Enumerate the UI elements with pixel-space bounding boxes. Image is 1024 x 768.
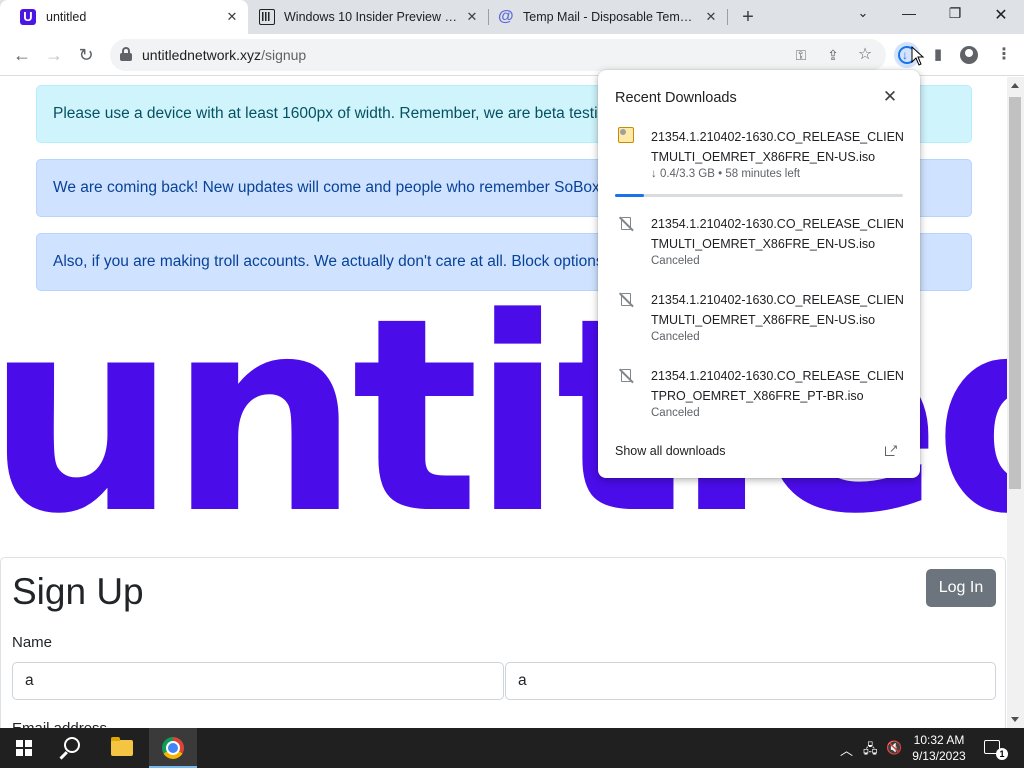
show-hidden-icons-chevron[interactable]: ︿ [840, 740, 853, 759]
scroll-up-arrow-icon[interactable] [1011, 83, 1019, 88]
windows-logo-icon [16, 740, 32, 756]
canceled-file-icon [618, 368, 634, 384]
side-panel-icon[interactable]: ▮ [927, 44, 949, 66]
windows-taskbar: ︿ 🖧 🔇 10:32 AM 9/13/2023 1 [0, 728, 1024, 768]
forward-button[interactable]: → [42, 43, 66, 67]
download-item[interactable]: 21354.1.210402-1630.CO_RELEASE_CLIENTMUL… [598, 214, 920, 286]
download-item[interactable]: 21354.1.210402-1630.CO_RELEASE_CLIENTPRO… [598, 366, 920, 438]
url-text[interactable]: untitlednetwork.xyz/signup [142, 47, 306, 63]
download-status: Canceled [651, 407, 700, 419]
close-icon[interactable]: ✕ [881, 88, 899, 106]
minimize-button[interactable]: — [897, 5, 921, 25]
address-bar[interactable]: untitlednetwork.xyz/signup ⚿ ⇪ ☆ [110, 39, 886, 71]
tab-windows-insider[interactable]: Windows 10 Insider Preview (Buil ✕ [250, 0, 488, 34]
at-sign-icon: @ [498, 8, 514, 25]
download-progress-fill [615, 194, 644, 197]
login-button[interactable]: Log In [926, 569, 996, 607]
untitled-u-icon: U [20, 9, 36, 25]
first-name-input[interactable]: a [12, 662, 504, 700]
volume-muted-icon[interactable]: 🔇 [886, 740, 902, 756]
tab-title: Windows 10 Insider Preview (Buil [284, 10, 459, 24]
network-icon[interactable]: 🖧 [863, 740, 878, 762]
key-icon[interactable]: ⚿ [792, 46, 810, 64]
close-icon[interactable]: ✕ [703, 9, 719, 25]
download-filename: 21354.1.210402-1630.CO_RELEASE_CLIENTMUL… [651, 130, 904, 164]
download-progress-bar [615, 194, 903, 197]
tab-strip: U untitled ✕ Windows 10 Insider Preview … [0, 0, 1024, 34]
notification-count-badge: 1 [996, 748, 1008, 760]
download-arrow-icon: ↓ [902, 48, 908, 62]
clock-date: 9/13/2023 [912, 749, 966, 763]
search-button[interactable] [48, 728, 96, 768]
tab-untitled[interactable]: U untitled ✕ [0, 0, 248, 34]
alert-text: We are coming back! New updates will com… [53, 179, 684, 196]
reload-button[interactable]: ↻ [74, 43, 98, 67]
windows-archive-icon [259, 9, 275, 25]
alert-text: Please use a device with at least 1600px… [53, 105, 620, 122]
file-explorer-button[interactable] [99, 728, 147, 768]
canceled-file-icon [618, 216, 634, 232]
tab-temp-mail[interactable]: @ Temp Mail - Disposable Tempora ✕ [489, 0, 727, 34]
taskbar-clock[interactable]: 10:32 AM 9/13/2023 [906, 732, 972, 764]
search-icon [64, 737, 80, 753]
page-title: Sign Up [12, 571, 144, 612]
back-button[interactable]: ← [10, 43, 34, 67]
iso-file-icon [618, 127, 634, 143]
clock-time: 10:32 AM [913, 733, 965, 747]
canceled-file-icon [618, 292, 634, 308]
last-name-input[interactable]: a [505, 662, 996, 700]
download-filename: 21354.1.210402-1630.CO_RELEASE_CLIENTPRO… [651, 369, 904, 403]
download-filename: 21354.1.210402-1630.CO_RELEASE_CLIENTMUL… [651, 293, 904, 327]
scroll-down-arrow-icon[interactable] [1011, 717, 1019, 722]
close-window-button[interactable]: ✕ [989, 5, 1013, 25]
name-label: Name [12, 634, 53, 651]
mouse-cursor-icon [911, 46, 925, 66]
chrome-icon [162, 737, 184, 759]
close-icon[interactable]: ✕ [464, 9, 480, 25]
download-status: Canceled [651, 255, 700, 267]
signup-card: Sign Up Log In Name a a Email address [0, 557, 1006, 728]
start-button[interactable] [0, 728, 48, 768]
menu-kebab-icon[interactable]: ⋮ [996, 44, 1012, 66]
tab-search-chevron-icon[interactable]: ⌄ [851, 5, 875, 25]
folder-icon [111, 737, 133, 756]
open-external-icon[interactable]: ↗ [884, 443, 898, 457]
chrome-taskbar-button[interactable] [149, 728, 197, 768]
tab-title: untitled [46, 10, 87, 24]
lock-icon[interactable] [120, 47, 132, 61]
close-icon[interactable]: ✕ [224, 9, 240, 25]
scroll-thumb[interactable] [1009, 97, 1021, 489]
bookmark-star-icon[interactable]: ☆ [856, 46, 874, 64]
download-item[interactable]: 21354.1.210402-1630.CO_RELEASE_CLIENTMUL… [598, 127, 920, 199]
show-all-downloads-link[interactable]: Show all downloads [615, 444, 726, 458]
download-item[interactable]: 21354.1.210402-1630.CO_RELEASE_CLIENTMUL… [598, 290, 920, 362]
download-status: ↓ 0.4/3.3 GB • 58 minutes left [651, 168, 801, 180]
email-label: Email address [12, 720, 107, 728]
tab-title: Temp Mail - Disposable Tempora [523, 10, 698, 24]
profile-avatar[interactable] [960, 46, 978, 64]
download-status: Canceled [651, 331, 700, 343]
tab-separator [727, 9, 728, 25]
share-icon[interactable]: ⇪ [824, 46, 842, 64]
new-tab-button[interactable]: + [738, 7, 758, 27]
download-filename: 21354.1.210402-1630.CO_RELEASE_CLIENTMUL… [651, 217, 904, 251]
downloads-popup: Recent Downloads ✕ 21354.1.210402-1630.C… [598, 70, 920, 478]
restore-button[interactable]: ❐ [943, 5, 967, 25]
downloads-title: Recent Downloads [615, 90, 737, 106]
page-scrollbar[interactable] [1007, 77, 1024, 728]
